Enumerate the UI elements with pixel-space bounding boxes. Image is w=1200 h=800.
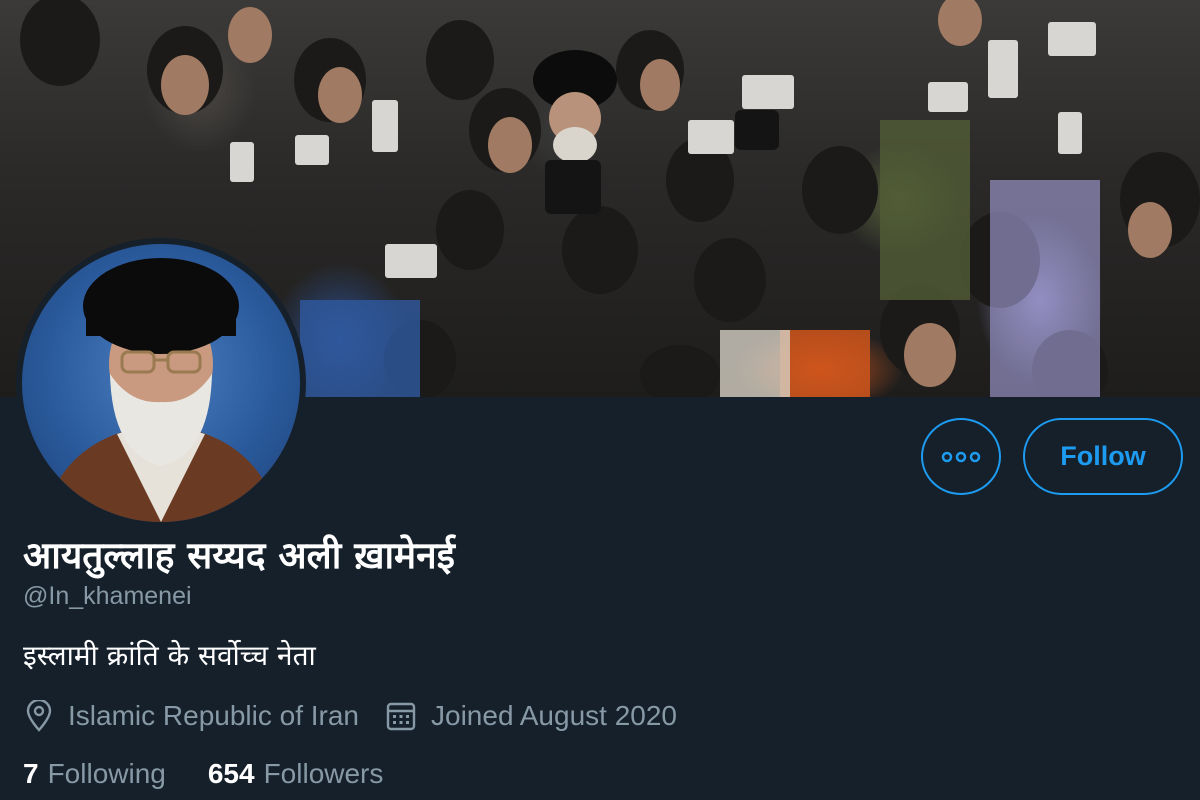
location-text: Islamic Republic of Iran (68, 700, 360, 731)
following-label: Following (47, 758, 166, 789)
followers-count: 654 (207, 758, 255, 789)
more-options-button[interactable] (921, 418, 1001, 495)
avatar-portrait (42, 258, 280, 522)
profile-display-name: आयतुल्लाह सय्यद अली ख़ामेनई (23, 534, 455, 577)
profile-stats: 7 Following 654 Followers (23, 754, 383, 794)
calendar-icon (386, 702, 416, 731)
follow-button-label: Follow (1060, 441, 1146, 471)
profile-avatar[interactable] (22, 244, 300, 522)
joined-text: Joined August 2020 (431, 700, 677, 731)
profile-joined: Joined August 2020 (385, 700, 677, 732)
profile-handle: @In_khamenei (23, 582, 192, 610)
following-link[interactable]: 7 Following (23, 758, 166, 790)
followers-link[interactable]: 654 Followers (208, 758, 384, 790)
followers-label: Followers (263, 758, 384, 789)
profile-location: Islamic Republic of Iran (24, 700, 359, 732)
location-pin-icon (26, 700, 52, 732)
following-count: 7 (23, 758, 39, 789)
follow-button[interactable]: Follow (1023, 418, 1183, 495)
profile-bio: इस्लामी क्रांति के सर्वोच्च नेता (23, 639, 316, 672)
profile-meta: Islamic Republic of Iran Joined August 2… (24, 696, 691, 736)
more-dots-icon (941, 451, 981, 462)
